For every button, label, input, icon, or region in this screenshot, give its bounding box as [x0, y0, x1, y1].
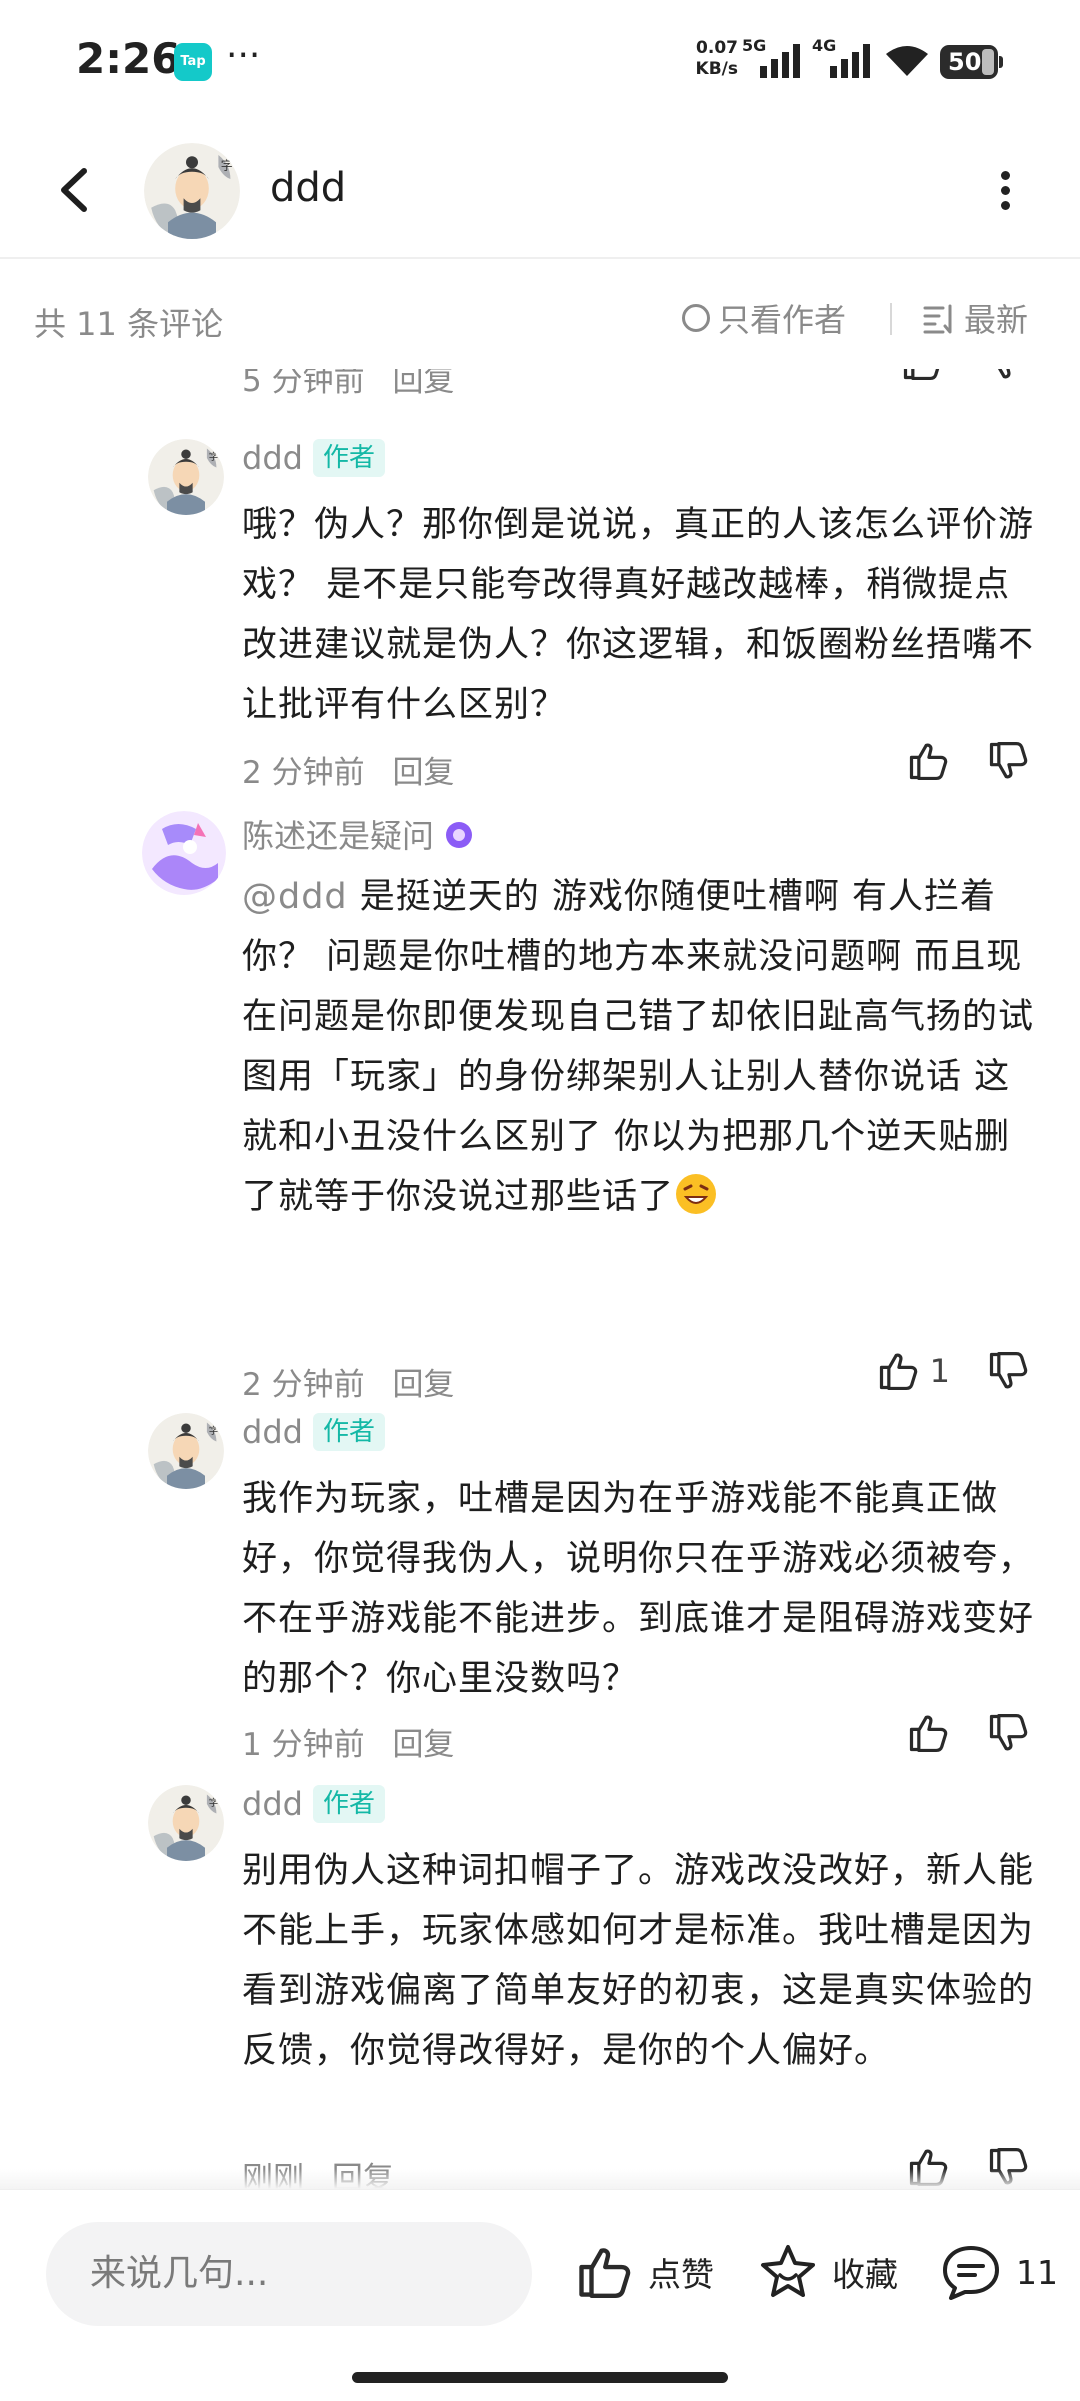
- comment-time: 5 分钟前: [242, 369, 365, 399]
- level-badge-icon: [446, 822, 473, 848]
- mention-link[interactable]: @ddd: [242, 877, 348, 917]
- avatar[interactable]: [148, 439, 224, 515]
- comment-text[interactable]: 我作为玩家，吐槽是因为在乎游戏能不能真正做好，你觉得我伪人，说明你只在乎游戏必须…: [242, 1469, 1042, 1709]
- comment-time: 2 分钟前: [242, 1367, 365, 1403]
- comment-text[interactable]: 别用伪人这种词扣帽子了。游戏改没改好，新人能不能上手，玩家体感如何才是标准。我吐…: [242, 1841, 1042, 2081]
- status-bar: 2:26 Tap ··· 0.07 KB/s 5G 4G 50: [0, 0, 1080, 125]
- thumb-up-icon[interactable]: [906, 739, 950, 783]
- reply-button[interactable]: 回复: [392, 1727, 454, 1763]
- comment-meta: 2 分钟前 回复: [242, 747, 454, 792]
- comment-author[interactable]: 陈述还是疑问: [242, 811, 476, 857]
- network-speed-unit: KB/s: [695, 59, 738, 79]
- author-name: 陈述还是疑问: [242, 817, 435, 855]
- author-badge: 作者: [312, 1413, 385, 1451]
- comment-meta: 1 分钟前 回复: [242, 1719, 454, 1764]
- comment-author[interactable]: ddd 作者: [242, 1785, 385, 1823]
- more-notifications-icon: ···: [226, 35, 261, 76]
- radio-icon: [682, 304, 710, 332]
- comment-filter-bar: 共 11 条评论 只看作者 最新: [0, 259, 1080, 369]
- sort-button[interactable]: 最新: [922, 295, 1028, 341]
- more-vertical-icon[interactable]: [990, 165, 1020, 219]
- comment-text[interactable]: 哦？伪人？那你倒是说说，真正的人该怎么评价游戏？ 是不是只能夸改得真好越改越棒，…: [242, 495, 1042, 735]
- sort-icon: [923, 304, 952, 334]
- divider: [890, 303, 892, 335]
- signal-icon: [760, 44, 800, 78]
- thumb-down-icon[interactable]: [986, 1349, 1030, 1393]
- reply-button[interactable]: 回复: [392, 1367, 454, 1403]
- avatar[interactable]: [148, 1785, 224, 1861]
- battery-icon: 50: [940, 45, 1003, 79]
- thumb-down-icon[interactable]: [984, 369, 1028, 383]
- signal-icon: [830, 44, 870, 78]
- only-author-toggle[interactable]: 只看作者: [682, 295, 846, 341]
- tap-app-icon: Tap: [174, 43, 212, 81]
- battery-level: 50: [948, 48, 982, 76]
- comment-input[interactable]: 来说几句...: [46, 2222, 532, 2326]
- author-badge: 作者: [312, 1785, 385, 1823]
- reply-button[interactable]: 回复: [392, 755, 454, 791]
- comment-icon: [943, 2246, 999, 2300]
- grin-emoji-icon: [676, 1174, 717, 1214]
- favorite-button[interactable]: 收藏: [758, 2242, 898, 2302]
- network-speed-value: 0.07: [696, 38, 738, 58]
- like-button[interactable]: 1: [876, 1349, 950, 1393]
- wifi-icon: [886, 46, 928, 76]
- status-time: 2:26: [76, 34, 181, 83]
- comment-meta: 5 分钟前 回复: [242, 369, 454, 400]
- favorite-label: 收藏: [832, 2255, 898, 2294]
- avatar[interactable]: [142, 811, 226, 895]
- sort-label: 最新: [964, 301, 1029, 339]
- comments-button[interactable]: 11: [940, 2242, 1058, 2302]
- thumb-down-icon[interactable]: [986, 739, 1030, 783]
- comment-count: 共 11 条评论: [34, 305, 224, 343]
- thumb-up-icon: [876, 1349, 920, 1393]
- comment-author[interactable]: ddd 作者: [242, 1413, 385, 1451]
- only-author-label: 只看作者: [718, 301, 847, 339]
- comment-body: 是挺逆天的 游戏你随便吐槽啊 有人拦着你？ 问题是你吐槽的地方本来就没问题啊 而…: [242, 877, 1035, 1217]
- home-indicator[interactable]: [352, 2372, 728, 2383]
- back-icon[interactable]: [40, 155, 110, 225]
- like-post-button[interactable]: 点赞: [574, 2242, 714, 2302]
- comment-actions: [906, 1711, 1030, 1755]
- reply-button[interactable]: 回复: [392, 369, 454, 399]
- author-avatar[interactable]: [144, 143, 240, 239]
- author-name: ddd: [242, 439, 303, 477]
- author-badge: 作者: [312, 439, 385, 477]
- comment-time: 1 分钟前: [242, 1727, 365, 1763]
- comment-author[interactable]: ddd 作者: [242, 439, 385, 477]
- like-label: 点赞: [648, 2255, 714, 2294]
- page-header: ddd: [0, 125, 1080, 259]
- comment-meta: 2 分钟前 回复: [242, 1359, 454, 1404]
- like-count: 1: [929, 1352, 950, 1390]
- comment-actions: [906, 739, 1030, 783]
- comment-text[interactable]: @ddd 是挺逆天的 游戏你随便吐槽啊 有人拦着你？ 问题是你吐槽的地方本来就没…: [242, 867, 1042, 1227]
- scroll-fade: [0, 2169, 1080, 2189]
- thumb-up-icon[interactable]: [900, 369, 944, 383]
- comment-actions: [900, 369, 1028, 383]
- comment-time: 2 分钟前: [242, 755, 365, 791]
- thumb-up-icon[interactable]: [906, 1711, 950, 1755]
- network-speed: 0.07 KB/s: [690, 38, 738, 80]
- page-title: ddd: [270, 165, 347, 211]
- bottom-action-bar: 来说几句... 点赞 收藏 11: [0, 2189, 1080, 2401]
- avatar[interactable]: [148, 1413, 224, 1489]
- author-name: ddd: [242, 1785, 303, 1823]
- thumb-up-icon: [574, 2242, 634, 2302]
- thumb-down-icon[interactable]: [986, 1711, 1030, 1755]
- comment-actions: 1: [876, 1349, 1030, 1393]
- star-icon: [761, 2245, 815, 2297]
- comment-total: 11: [1016, 2252, 1058, 2292]
- author-name: ddd: [242, 1413, 303, 1451]
- comment-list: 5 分钟前 回复 ddd 作者 哦？伪人？那你倒是说说，真正的人该怎么评价游戏？…: [0, 369, 1080, 2189]
